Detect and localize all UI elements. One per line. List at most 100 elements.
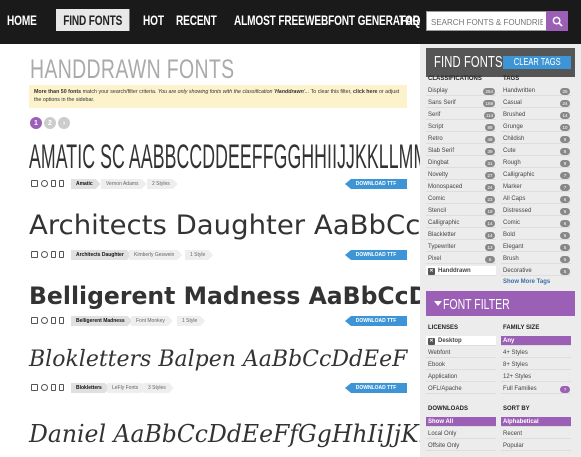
license-icons [31, 251, 64, 258]
tag-item[interactable]: Bold 6 [501, 230, 571, 240]
tag-item[interactable]: Brush 5 [501, 254, 571, 264]
license-desktop[interactable]: ✕ Desktop [426, 336, 496, 346]
font-name-chip[interactable]: Belligerent Madness [71, 316, 133, 326]
nav-recent[interactable]: RECENT [176, 9, 217, 31]
family-size-full[interactable]: Full Families? [501, 384, 571, 394]
downloads-local-only[interactable]: Local Only [426, 429, 496, 439]
styles-chip[interactable]: 3 Styles [143, 383, 174, 393]
license-webfont[interactable]: Webfont [426, 348, 496, 358]
page-2[interactable]: 2 [44, 117, 56, 129]
license-ofl-apache[interactable]: OFL/Apache [426, 384, 496, 394]
tag-item[interactable]: Casual 24 [501, 98, 571, 108]
classification-item[interactable]: Dingbat 31 [426, 158, 496, 168]
tag-count: 5 [560, 268, 570, 275]
sort-recent[interactable]: Recent [501, 429, 571, 439]
show-more-tags-link[interactable]: Show More Tags [503, 279, 550, 285]
font-specimen[interactable]: Daniel AaBbCcDdEeFfGgHhIiJjKkLl [29, 420, 456, 448]
tag-label: Comic [503, 220, 521, 226]
classification-count: 39 [485, 148, 495, 155]
classification-item[interactable]: Retro 48 [426, 134, 496, 144]
family-size-full-label: Full Families [503, 386, 537, 392]
tag-item[interactable]: Childish 9 [501, 134, 571, 144]
tag-item[interactable]: Grunge 10 [501, 122, 571, 132]
notice-italic: You are only showing fonts with the clas… [158, 89, 309, 95]
tag-count: 6 [560, 208, 570, 215]
family-size-4plus[interactable]: 4+ Styles [501, 348, 571, 358]
nav-hot[interactable]: HOT [143, 9, 164, 31]
nav-faq[interactable]: FAQ [400, 9, 420, 31]
license-icons [31, 384, 64, 391]
foundry-chip[interactable]: Font Monkey [131, 316, 173, 326]
font-specimen[interactable]: Blokletters Balpen AaBbCcDdEeF [29, 347, 407, 372]
classification-item[interactable]: Sans Serif 169 [426, 98, 496, 108]
classification-item[interactable]: Typewriter 13 [426, 242, 496, 252]
download-ttf-button[interactable]: DOWNLOAD TTF [345, 179, 407, 189]
classification-item[interactable]: Novelty 27 [426, 170, 496, 180]
font-name-chip[interactable]: Architects Daughter [71, 250, 132, 260]
classification-count: 14 [485, 232, 495, 239]
classification-item[interactable]: Pixel 6 [426, 254, 496, 264]
styles-chip[interactable]: 1 Style [177, 316, 205, 326]
styles-chip[interactable]: 1 Style [185, 250, 213, 260]
clear-filter-link[interactable]: click here [353, 89, 377, 95]
tag-item[interactable]: Cute 8 [501, 146, 571, 156]
tag-item[interactable]: Comic 6 [501, 218, 571, 228]
nav-find-fonts[interactable]: FIND FONTS [56, 9, 130, 31]
clear-tags-button[interactable]: CLEAR TAGS [502, 56, 571, 69]
tag-item[interactable]: Marker 7 [501, 182, 571, 192]
tag-item[interactable]: Distressed 6 [501, 206, 571, 216]
tag-item[interactable]: Handwritten 26 [501, 86, 571, 96]
tag-item[interactable]: All Caps 6 [501, 194, 571, 204]
downloads-heading: DOWNLOADS [428, 406, 468, 412]
classification-item[interactable]: Serif 114 [426, 110, 496, 120]
classification-item[interactable]: Slab Serif 39 [426, 146, 496, 156]
downloads-offsite-only[interactable]: Offsite Only [426, 441, 496, 451]
license-ebook[interactable]: Ebook [426, 360, 496, 370]
styles-chip[interactable]: 2 Styles [147, 179, 178, 189]
tag-label: Grunge [503, 124, 524, 130]
tag-item[interactable]: Brushed 14 [501, 110, 571, 120]
classification-item[interactable]: Calligraphic 14 [426, 218, 496, 228]
download-ttf-button[interactable]: DOWNLOAD TTF [345, 316, 407, 326]
search-input[interactable] [427, 13, 543, 32]
tag-item[interactable]: Rough 8 [501, 158, 571, 168]
foundry-chip[interactable]: Kimberly Geswein [129, 250, 182, 260]
tag-item[interactable]: Decorative 5 [501, 266, 571, 276]
family-size-any[interactable]: Any [501, 336, 571, 346]
classification-item[interactable]: Monospaced 24 [426, 182, 496, 192]
classification-item[interactable]: Comic 23 [426, 194, 496, 204]
font-specimen[interactable]: Belligerent Madness AaBbCcDdEe [29, 282, 477, 310]
font-meta-bar: Amatic Vernon Adams 2 Styles DOWNLOAD TT… [29, 179, 407, 189]
page-1[interactable]: 1 [30, 117, 42, 129]
sort-alphabetical[interactable]: Alphabetical [501, 417, 571, 427]
classification-item[interactable]: Blackletter 14 [426, 230, 496, 240]
tag-item[interactable]: Elegant 5 [501, 242, 571, 252]
font-specimen[interactable]: Architects Daughter AaBbCcDd [29, 210, 459, 241]
classification-item[interactable]: Display 254 [426, 86, 496, 96]
sort-popular[interactable]: Popular [501, 441, 571, 451]
foundry-chip[interactable]: LeFly Fonts [107, 383, 146, 393]
tag-label: Calligraphic [503, 172, 535, 178]
classification-selected[interactable]: ✕ Handdrawn [426, 266, 496, 276]
foundry-chip[interactable]: Vernon Adams [101, 179, 147, 189]
tag-item[interactable]: Calligraphic 7 [501, 170, 571, 180]
family-size-12plus[interactable]: 12+ Styles [501, 372, 571, 382]
classification-item[interactable]: Stencil 19 [426, 206, 496, 216]
classification-label: Slab Serif [428, 148, 455, 154]
classification-item[interactable]: Script 88 [426, 122, 496, 132]
page-next[interactable]: › [58, 117, 70, 129]
download-ttf-button[interactable]: DOWNLOAD TTF [345, 383, 407, 393]
classification-label: Sans Serif [428, 100, 456, 106]
font-name-chip[interactable]: Amatic [71, 179, 101, 189]
downloads-show-all[interactable]: Show All [426, 417, 496, 427]
family-size-8plus[interactable]: 8+ Styles [501, 360, 571, 370]
classification-label: Dingbat [428, 160, 449, 166]
font-specimen[interactable]: AMATIC SC AABBCCDDEEFFGGHHIIJJKKLLMMNNO [29, 138, 468, 177]
nav-almost-free[interactable]: ALMOST FREE [234, 9, 305, 31]
download-ttf-button[interactable]: DOWNLOAD TTF [345, 250, 407, 260]
font-name-chip[interactable]: Blokletters [71, 383, 110, 393]
nav-home[interactable]: HOME [7, 9, 37, 31]
font-filter-header[interactable]: FONT FILTER [426, 291, 575, 316]
search-button[interactable] [546, 11, 568, 31]
license-application[interactable]: Application [426, 372, 496, 382]
